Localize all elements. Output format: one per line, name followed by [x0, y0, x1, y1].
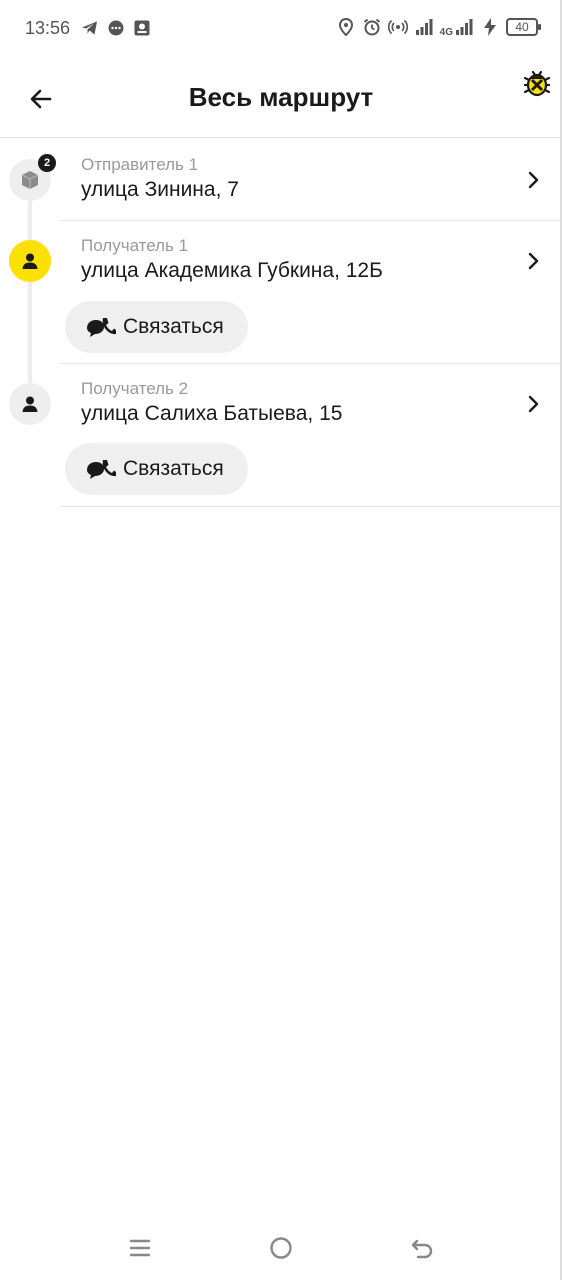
battery-level: 40 — [515, 20, 529, 34]
phone-chat-icon — [87, 318, 116, 337]
network-type: 4G — [439, 27, 453, 38]
stop-address: улица Зинина, 7 — [81, 178, 239, 201]
route-list: 2 Отправитель 1 улица Зинина, 7 Получате… — [0, 139, 562, 507]
back-return-icon — [411, 1239, 433, 1259]
debug-button[interactable] — [520, 66, 554, 100]
charging-icon — [484, 18, 496, 36]
stop-label: Отправитель 1 — [81, 155, 199, 174]
route-stop-recipient-1: Получатель 1 улица Академика Губкина, 12… — [0, 220, 562, 364]
page-title: Весь маршрут — [188, 82, 374, 112]
nav-menu-button[interactable] — [118, 1226, 162, 1270]
stop-address: улица Салиха Батыева, 15 — [81, 402, 343, 425]
stop-marker — [9, 383, 51, 425]
route-stop-sender-1: 2 Отправитель 1 улица Зинина, 7 — [0, 139, 562, 221]
status-time: 13:56 — [25, 18, 71, 38]
route-stop-row[interactable]: Получатель 2 улица Салиха Батыева, 15 — [0, 363, 562, 443]
telegram-icon — [82, 21, 97, 35]
status-bar: 13:56 4G 40 — [0, 0, 562, 58]
person-icon — [22, 253, 38, 269]
signal-bars-icon — [456, 19, 473, 35]
contact-button[interactable]: Связаться — [65, 443, 248, 495]
signal-icon — [415, 19, 433, 35]
hotspot-icon — [387, 19, 408, 35]
signal-4g-icon: 4G — [439, 17, 474, 38]
stop-label: Получатель 2 — [81, 379, 189, 398]
stop-count-badge: 2 — [38, 154, 56, 172]
stop-marker-active — [9, 240, 51, 282]
chevron-right-icon — [528, 395, 539, 413]
contact-button[interactable]: Связаться — [65, 301, 248, 353]
person-icon — [22, 396, 38, 412]
divider — [60, 506, 562, 507]
nav-back-button[interactable] — [400, 1226, 444, 1270]
stop-address: улица Академика Губкина, 12Б — [81, 259, 383, 282]
package-icon — [21, 171, 39, 189]
chevron-right-icon — [528, 252, 539, 270]
route-stop-row[interactable]: Получатель 1 улица Академика Губкина, 12… — [0, 220, 562, 300]
phone-chat-icon — [87, 460, 116, 479]
app-badge-icon — [134, 20, 150, 36]
home-circle-icon — [270, 1237, 292, 1259]
chevron-right-icon — [528, 171, 539, 189]
bug-icon — [523, 70, 551, 97]
chat-bubble-icon — [108, 20, 124, 36]
location-pin-icon — [338, 17, 353, 37]
contact-label: Связаться — [123, 315, 224, 338]
contact-label: Связаться — [123, 457, 224, 480]
route-stop-row[interactable]: 2 Отправитель 1 улица Зинина, 7 — [0, 139, 562, 219]
menu-icon — [129, 1239, 151, 1257]
system-nav-bar — [0, 1216, 562, 1280]
route-stop-recipient-2: Получатель 2 улица Салиха Батыева, 15 Св… — [0, 363, 562, 507]
header: Весь маршрут — [0, 58, 562, 138]
stop-marker: 2 — [9, 154, 56, 201]
nav-home-button[interactable] — [259, 1226, 303, 1270]
stop-label: Получатель 1 — [81, 236, 189, 255]
battery-icon: 40 — [506, 18, 541, 36]
alarm-icon — [363, 18, 380, 36]
